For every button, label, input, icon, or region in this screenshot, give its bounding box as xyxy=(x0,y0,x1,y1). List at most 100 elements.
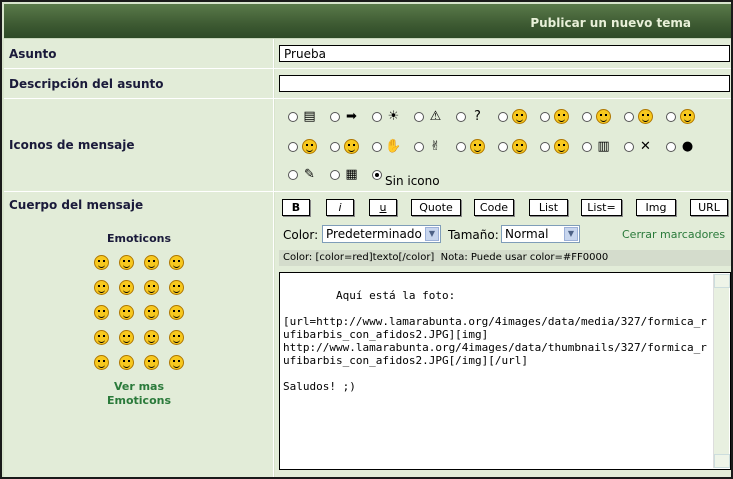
subject-input[interactable] xyxy=(279,45,730,62)
question-icon: ? xyxy=(474,109,481,124)
icons-row: Iconos de mensaje Sin icono ▤ ➡ ☀ ⚠? ✋ ✌ ▥ ✕ ● ✎ ▦ xyxy=(4,99,731,192)
url-button[interactable]: URL xyxy=(690,199,728,216)
icon-radio[interactable] xyxy=(414,112,424,122)
keyboard-icon: ▦ xyxy=(345,167,358,182)
message-textarea[interactable]: Aquí está la foto: [url=http://www.lamar… xyxy=(279,272,731,470)
warning-icon: ⚠ xyxy=(429,109,442,124)
icon-radio[interactable] xyxy=(372,142,382,152)
laugh-icon xyxy=(553,139,570,155)
size-select[interactable]: Normal ▼ xyxy=(501,225,580,243)
emoticon-icon[interactable] xyxy=(119,280,134,295)
img-button[interactable]: Img xyxy=(636,199,676,216)
icon-radio[interactable] xyxy=(372,112,382,122)
message-text: Aquí está la foto: [url=http://www.lamar… xyxy=(283,289,707,393)
underline-button[interactable]: u xyxy=(369,199,397,216)
icon-radio[interactable] xyxy=(666,112,676,122)
tools-icon: ✎ xyxy=(304,167,315,182)
emoticon-icon[interactable] xyxy=(94,305,109,320)
description-input[interactable] xyxy=(279,75,730,92)
cool-icon xyxy=(511,109,528,125)
emoticon-icon[interactable] xyxy=(169,330,184,345)
icon-radio[interactable] xyxy=(498,112,508,122)
emoticon-icon[interactable] xyxy=(94,280,109,295)
emoticons-grid xyxy=(4,192,274,392)
icon-radio[interactable] xyxy=(456,142,466,152)
code-button[interactable]: Code xyxy=(474,199,514,216)
emoticon-icon[interactable] xyxy=(119,355,134,370)
icon-radio[interactable] xyxy=(288,170,298,180)
emoticon-icon[interactable] xyxy=(119,330,134,345)
list-button[interactable]: List xyxy=(529,199,568,216)
icon-radio[interactable] xyxy=(414,142,424,152)
italic-button[interactable]: i xyxy=(326,199,354,216)
surprised-icon xyxy=(301,139,318,155)
emoticon-icon[interactable] xyxy=(94,255,109,270)
emoticon-icon[interactable] xyxy=(144,330,159,345)
emoticon-icon[interactable] xyxy=(169,280,184,295)
icon-radio[interactable] xyxy=(540,112,550,122)
no-icon-label: Sin icono xyxy=(385,174,440,188)
icon-radio[interactable] xyxy=(288,142,298,152)
subject-row: Asunto xyxy=(4,39,731,69)
icon-radio[interactable] xyxy=(288,112,298,122)
emoticon-icon[interactable] xyxy=(94,330,109,345)
subject-label: Asunto xyxy=(4,39,274,68)
size-select-value: Normal xyxy=(505,227,549,241)
arrow-icon: ➡ xyxy=(346,109,357,124)
angry-icon xyxy=(637,109,654,125)
thumbs-down-icon: ✋ xyxy=(385,139,402,154)
textarea-scrollbar[interactable] xyxy=(713,274,730,468)
more-emoticons-line2: Emoticons xyxy=(106,394,172,407)
icon-radio[interactable] xyxy=(498,142,508,152)
help-hint: Color: [color=red]texto[/color] Nota: Pu… xyxy=(279,250,731,266)
color-select-value: Predeterminado xyxy=(326,227,422,241)
emoticon-icon[interactable] xyxy=(169,355,184,370)
icon-radio[interactable] xyxy=(666,142,676,152)
grin-icon xyxy=(679,109,696,125)
size-label: Tamaño: xyxy=(448,228,499,242)
no-icon-radio[interactable] xyxy=(372,170,382,180)
close-tags-link[interactable]: Cerrar marcadores xyxy=(622,228,725,241)
sad-icon xyxy=(595,109,612,125)
more-emoticons-line1: Ver mas xyxy=(113,380,165,393)
icon-radio[interactable] xyxy=(582,142,592,152)
icon-radio[interactable] xyxy=(624,142,634,152)
description-label: Descripción del asunto xyxy=(4,69,274,98)
thumbs-up-icon: ✌ xyxy=(430,139,441,154)
emoticon-icon[interactable] xyxy=(169,305,184,320)
scroll-down-button[interactable] xyxy=(714,454,730,468)
color-label: Color: xyxy=(283,228,319,242)
body-row: Cuerpo del mensaje Emoticons Ver mas Emo… xyxy=(4,192,731,477)
emoticon-icon[interactable] xyxy=(144,255,159,270)
icon-radio[interactable] xyxy=(330,142,340,152)
chevron-down-icon: ▼ xyxy=(564,227,578,241)
happy-icon xyxy=(343,139,360,155)
emoticon-icon[interactable] xyxy=(119,255,134,270)
smile-icon xyxy=(553,109,570,125)
icons-label: Iconos de mensaje xyxy=(4,99,274,191)
bold-button[interactable]: B xyxy=(282,199,310,216)
form-title: Publicar un nuevo tema xyxy=(530,16,691,30)
more-emoticons-link[interactable]: Ver mas Emoticons xyxy=(4,380,274,408)
emoticon-icon[interactable] xyxy=(144,355,159,370)
scroll-up-button[interactable] xyxy=(714,274,730,288)
emoticon-icon[interactable] xyxy=(94,355,109,370)
ordered-list-button[interactable]: List= xyxy=(581,199,622,216)
emoticon-icon[interactable] xyxy=(119,305,134,320)
color-select[interactable]: Predeterminado ▼ xyxy=(322,225,441,243)
icon-radio[interactable] xyxy=(540,142,550,152)
tongue-icon xyxy=(469,139,486,155)
icon-radio[interactable] xyxy=(330,112,340,122)
emoticon-icon[interactable] xyxy=(169,255,184,270)
icon-radio[interactable] xyxy=(624,112,634,122)
form-header: Publicar un nuevo tema xyxy=(4,4,731,39)
quote-button[interactable]: Quote xyxy=(411,199,461,216)
icon-radio[interactable] xyxy=(582,112,592,122)
emoticon-icon[interactable] xyxy=(144,305,159,320)
bomb-icon: ● xyxy=(681,139,694,154)
emoticon-icon[interactable] xyxy=(144,280,159,295)
lightbulb-icon: ☀ xyxy=(387,109,400,124)
description-row: Descripción del asunto xyxy=(4,69,731,99)
icon-radio[interactable] xyxy=(456,112,466,122)
icon-radio[interactable] xyxy=(330,170,340,180)
